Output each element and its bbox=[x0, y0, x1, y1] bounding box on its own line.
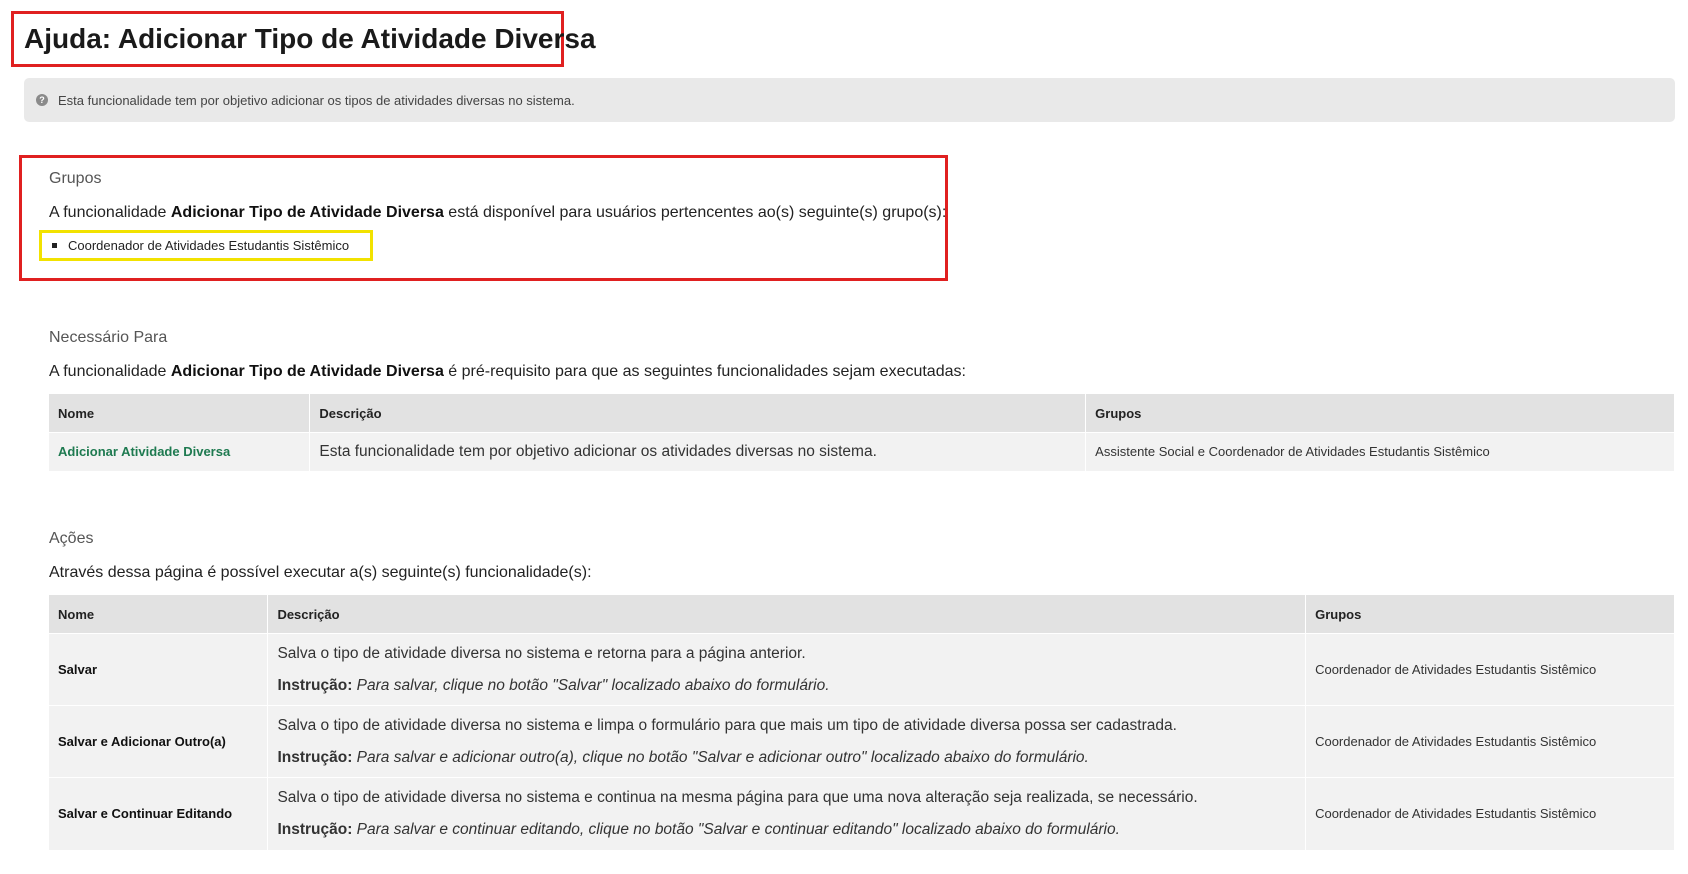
required-text-after: é pré-requisito para que as seguintes fu… bbox=[443, 363, 966, 380]
required-for-heading: Necessário Para bbox=[49, 329, 168, 346]
info-text: Esta funcionalidade tem por objetivo adi… bbox=[58, 92, 575, 108]
action-description: Salva o tipo de atividade diversa no sis… bbox=[277, 716, 1177, 734]
action-description-cell: Salva o tipo de atividade diversa no sis… bbox=[267, 777, 1307, 850]
action-description-cell: Salva o tipo de atividade diversa no sis… bbox=[267, 705, 1307, 778]
action-description: Salva o tipo de atividade diversa no sis… bbox=[277, 788, 1198, 806]
column-header: Nome bbox=[49, 595, 269, 634]
action-description-cell: Salva o tipo de atividade diversa no sis… bbox=[267, 633, 1307, 706]
action-groups: Coordenador de Atividades Estudantis Sis… bbox=[1305, 633, 1675, 706]
instruction-label: Instrução: bbox=[277, 820, 353, 838]
groups-description: A funcionalidade Adicionar Tipo de Ativi… bbox=[49, 204, 946, 222]
table-row: Salvar e Adicionar Outro(a) Salva o tipo… bbox=[49, 705, 1675, 778]
column-header: Nome bbox=[49, 394, 311, 433]
instruction-text: Para salvar, clique no botão "Salvar" lo… bbox=[352, 676, 830, 694]
groups-text-after: está disponível para usuários pertencent… bbox=[443, 204, 947, 221]
table-header-row: Nome Descrição Grupos bbox=[49, 595, 1675, 634]
action-instruction: Instrução: Para salvar e adicionar outro… bbox=[277, 748, 1296, 768]
group-list-item: Coordenador de Atividades Estudantis Sis… bbox=[39, 230, 373, 261]
actions-table: Nome Descrição Grupos Salvar Salva o tip… bbox=[49, 595, 1675, 850]
action-instruction: Instrução: Para salvar e continuar edita… bbox=[277, 820, 1296, 840]
required-func-name: Adicionar Tipo de Atividade Diversa bbox=[170, 363, 444, 380]
page-title: Ajuda: Adicionar Tipo de Atividade Diver… bbox=[24, 23, 596, 54]
table-row: Adicionar Atividade Diversa Esta funcion… bbox=[49, 432, 1675, 471]
func-link-adicionar-atividade-diversa[interactable]: Adicionar Atividade Diversa bbox=[49, 432, 311, 471]
action-name: Salvar e Continuar Editando bbox=[49, 777, 269, 850]
groups-heading: Grupos bbox=[49, 170, 102, 187]
required-for-description: A funcionalidade Adicionar Tipo de Ativi… bbox=[49, 363, 966, 381]
instruction-label: Instrução: bbox=[277, 748, 353, 766]
bullet-icon bbox=[52, 243, 57, 248]
info-banner: ? Esta funcionalidade tem por objetivo a… bbox=[24, 78, 1675, 122]
actions-heading: Ações bbox=[49, 530, 94, 547]
table-row: Salvar Salva o tipo de atividade diversa… bbox=[49, 633, 1675, 706]
table-row: Salvar e Continuar Editando Salva o tipo… bbox=[49, 777, 1675, 850]
group-item-label: Coordenador de Atividades Estudantis Sis… bbox=[68, 238, 350, 253]
groups-text-before: A funcionalidade bbox=[49, 204, 171, 221]
column-header: Grupos bbox=[1305, 595, 1675, 634]
action-groups: Coordenador de Atividades Estudantis Sis… bbox=[1305, 777, 1675, 850]
table-cell-groups: Assistente Social e Coordenador de Ativi… bbox=[1085, 432, 1675, 471]
action-name: Salvar e Adicionar Outro(a) bbox=[49, 705, 269, 778]
actions-intro: Através dessa página é possível executar… bbox=[49, 564, 592, 581]
column-header: Descrição bbox=[309, 394, 1087, 433]
action-description: Salva o tipo de atividade diversa no sis… bbox=[277, 644, 806, 662]
required-text-before: A funcionalidade bbox=[49, 363, 171, 380]
column-header: Grupos bbox=[1085, 394, 1675, 433]
action-name: Salvar bbox=[49, 633, 269, 706]
instruction-text: Para salvar e adicionar outro(a), clique… bbox=[352, 748, 1089, 766]
groups-func-name: Adicionar Tipo de Atividade Diversa bbox=[170, 204, 444, 221]
action-groups: Coordenador de Atividades Estudantis Sis… bbox=[1305, 705, 1675, 778]
help-icon: ? bbox=[36, 94, 48, 106]
table-header-row: Nome Descrição Grupos bbox=[49, 394, 1675, 433]
instruction-text: Para salvar e continuar editando, clique… bbox=[352, 820, 1120, 838]
instruction-label: Instrução: bbox=[277, 676, 353, 694]
column-header: Descrição bbox=[267, 595, 1307, 634]
action-instruction: Instrução: Para salvar, clique no botão … bbox=[277, 676, 1296, 696]
required-for-table: Nome Descrição Grupos Adicionar Atividad… bbox=[49, 394, 1675, 471]
table-cell-description: Esta funcionalidade tem por objetivo adi… bbox=[309, 432, 1087, 471]
